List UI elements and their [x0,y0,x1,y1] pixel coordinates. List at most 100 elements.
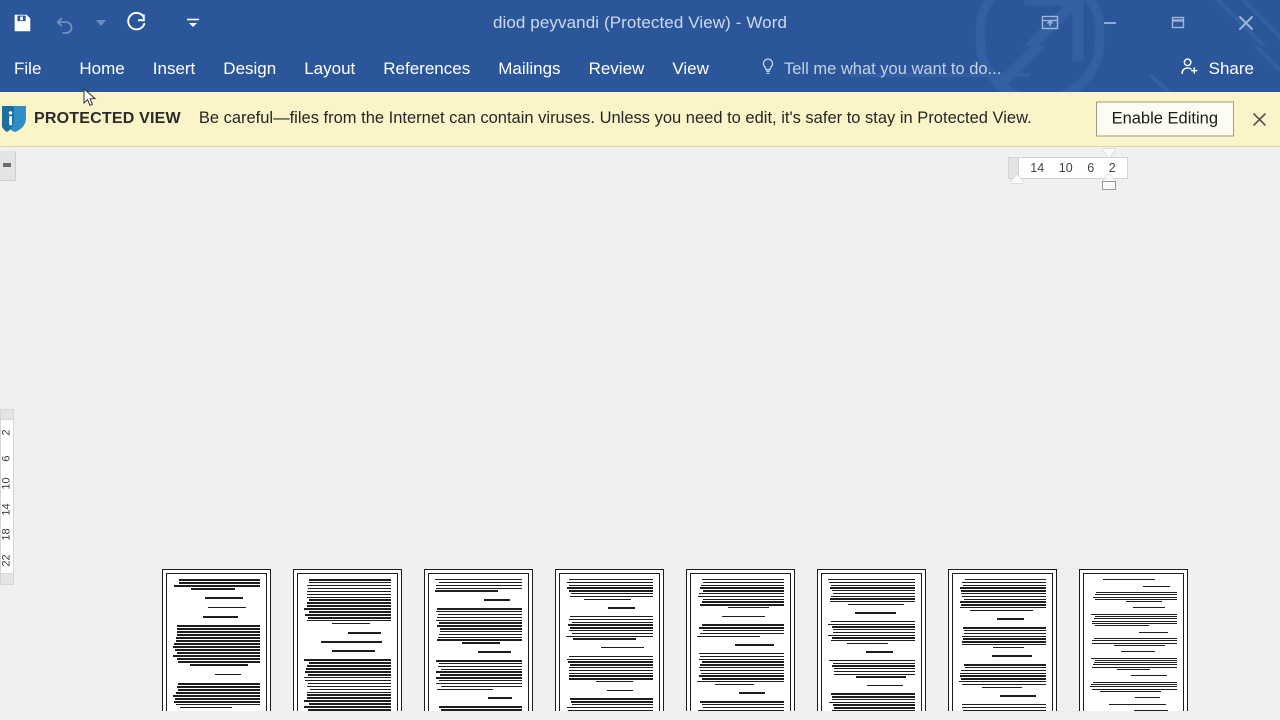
text-line [306,593,391,596]
tab-design[interactable]: Design [209,46,290,92]
page-thumbnail[interactable] [817,569,926,711]
close-icon[interactable] [1246,106,1272,132]
text-line [701,661,784,663]
page-thumbnail[interactable] [162,569,271,711]
tab-review[interactable]: Review [575,46,659,92]
text-line [177,683,260,685]
text-line [215,673,242,676]
text-line [964,629,1046,632]
text-line [332,622,370,625]
ribbon-display-options-button[interactable] [1024,0,1076,46]
text-line [437,625,522,627]
text-line [866,651,894,653]
page-thumbnail[interactable] [555,569,664,711]
enable-editing-button[interactable]: Enable Editing [1095,101,1234,137]
text-line [702,581,784,584]
page-thumbnail[interactable] [424,569,533,711]
page-thumbnail[interactable] [293,569,402,711]
text-line [701,601,784,603]
text-line [1109,703,1167,705]
close-button[interactable] [1212,0,1280,46]
text-line [833,673,915,675]
text-line [962,638,1046,640]
text-line [439,622,522,624]
undo-dropdown[interactable] [88,3,114,43]
minimize-button[interactable] [1076,0,1144,46]
text-line [179,706,233,709]
document-area[interactable]: 14 10 6 2 2 6 10 14 18 22 [0,147,1280,711]
page-thumbnail[interactable] [686,569,795,711]
tell-me-search[interactable]: Tell me what you want to do... [760,46,1001,92]
first-line-indent-marker[interactable] [1102,149,1116,158]
text-line [829,598,915,600]
text-line [568,661,653,663]
text-line [439,633,522,636]
tab-home[interactable]: Home [65,46,138,92]
customize-qat-button[interactable] [180,3,206,43]
hruler-tick-10: 10 [1058,160,1073,175]
text-line [1139,631,1169,633]
tab-file[interactable]: File [0,46,65,92]
text-line [830,620,915,623]
left-indent-marker[interactable] [1010,174,1024,183]
text-line [306,619,391,622]
save-button[interactable] [0,3,44,43]
text-line [569,615,653,618]
text-line [961,604,1046,606]
text-line [960,672,1046,674]
tab-references[interactable]: References [369,46,484,92]
text-line [437,613,522,616]
text-line [832,698,915,701]
text-line [436,616,522,619]
page-thumbnail[interactable] [1079,569,1188,711]
text-line [960,587,1046,589]
text-line [831,665,915,667]
text-line [1091,642,1177,644]
tab-mailings[interactable]: Mailings [484,46,574,92]
text-line [308,599,391,601]
info-shield-icon [0,104,32,134]
vertical-ruler[interactable]: 2 6 10 14 18 22 [0,419,14,574]
text-line [996,618,1024,620]
text-line [701,672,784,674]
tab-view[interactable]: View [658,46,723,92]
redo-button[interactable] [114,3,158,43]
page-thumbnail[interactable] [948,569,1057,711]
share-button[interactable]: Share [1169,51,1266,87]
text-line [856,676,907,678]
text-line [440,628,522,630]
tab-insert[interactable]: Insert [139,46,210,92]
text-line [963,627,1046,629]
text-line [176,691,260,694]
text-line [190,664,248,666]
text-line [1091,614,1177,615]
text-line [735,644,775,646]
text-line [568,618,653,621]
text-line [173,700,260,703]
undo-button[interactable] [44,3,88,43]
text-line [309,688,391,691]
right-indent-marker[interactable] [1102,181,1116,190]
text-line [964,632,1046,635]
restore-button[interactable] [1144,0,1212,46]
text-line [1093,638,1177,639]
text-line [697,635,761,637]
text-line [439,674,522,676]
text-line [174,697,260,700]
tab-stop-selector[interactable] [0,151,16,181]
text-line [828,579,915,581]
tab-layout[interactable]: Layout [290,46,369,92]
text-line [437,665,522,668]
text-line [699,664,784,666]
text-line [435,590,499,592]
text-line [699,658,784,660]
